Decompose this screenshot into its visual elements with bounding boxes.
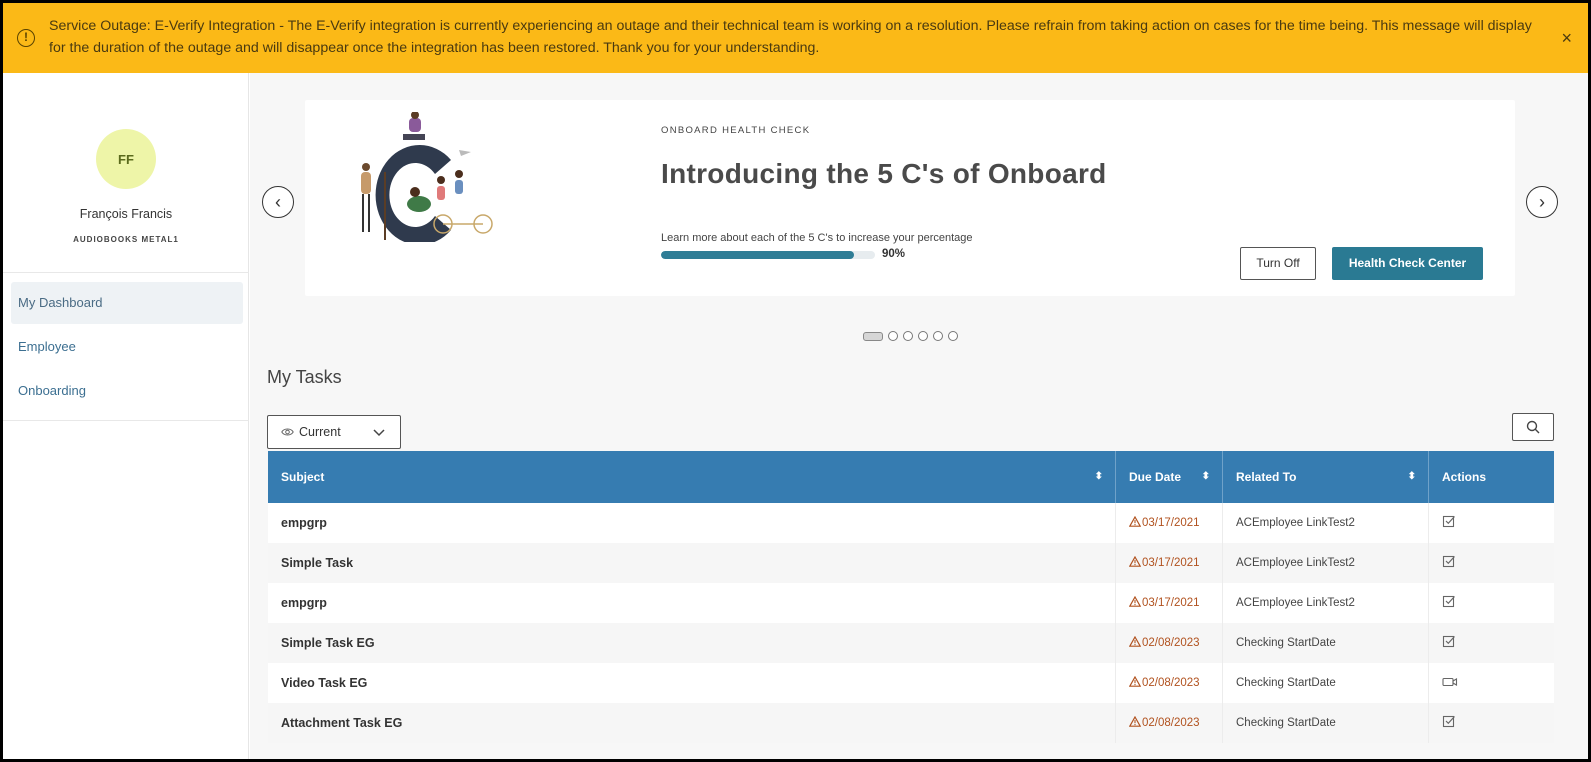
checkbox-edit-icon[interactable] — [1442, 504, 1456, 543]
table-row[interactable]: Simple Task EG 02/08/2023 Checking StartDa… — [268, 623, 1554, 663]
company-name: AUDIOBOOKS METAL1 — [73, 235, 179, 244]
table-row[interactable]: Attachment Task EG 02/08/2023 Checking Sta… — [268, 703, 1554, 743]
carousel-dot[interactable] — [863, 331, 883, 341]
warning-triangle-icon — [1128, 515, 1142, 529]
carousel-pagination — [863, 331, 958, 341]
task-due-date: 03/17/2021 — [1116, 503, 1223, 543]
warning-triangle-icon — [1128, 715, 1142, 729]
task-subject[interactable]: Attachment Task EG — [268, 703, 1116, 743]
task-due-date: 03/17/2021 — [1116, 543, 1223, 583]
task-due-date: 02/08/2023 — [1116, 663, 1223, 703]
warning-triangle-icon — [1128, 675, 1142, 689]
app-window: ! Service Outage: E-Verify Integration -… — [3, 3, 1588, 759]
task-related-to: Checking StartDate — [1223, 703, 1429, 743]
task-related-to: Checking StartDate — [1223, 623, 1429, 663]
warning-triangle-icon — [1128, 555, 1142, 569]
tasks-title: My Tasks — [267, 367, 342, 387]
task-filter-value: Current — [299, 425, 341, 439]
table-row[interactable]: empgrp 03/17/2021 ACEmployee LinkTest2 — [268, 583, 1554, 623]
table-body: empgrp 03/17/2021 ACEmployee LinkTest2 Simp… — [268, 503, 1554, 743]
checkbox-edit-icon[interactable] — [1442, 544, 1456, 583]
task-actions — [1429, 543, 1554, 583]
avatar[interactable]: FF — [96, 129, 156, 189]
health-check-center-button[interactable]: Health Check Center — [1332, 247, 1483, 280]
task-actions — [1429, 583, 1554, 623]
table-row[interactable]: Video Task EG 02/08/2023 Checking StartDat… — [268, 663, 1554, 703]
checkbox-edit-icon[interactable] — [1442, 624, 1456, 663]
task-related-to: ACEmployee LinkTest2 — [1223, 503, 1429, 543]
user-name: François Francis — [79, 207, 173, 221]
task-due-date: 03/17/2021 — [1116, 583, 1223, 623]
health-progress-bar — [661, 251, 875, 259]
search-icon — [1526, 420, 1540, 434]
column-header-actions: Actions — [1442, 470, 1487, 484]
task-subject[interactable]: Simple Task — [268, 543, 1116, 583]
carousel-next-button[interactable]: › — [1526, 186, 1558, 218]
task-due-date: 02/08/2023 — [1116, 703, 1223, 743]
task-subject[interactable]: empgrp — [268, 583, 1116, 623]
task-actions — [1429, 623, 1554, 663]
health-check-description: Learn more about each of the 5 C's to in… — [661, 232, 973, 244]
sidebar-item-onboarding[interactable]: Onboarding — [11, 370, 243, 412]
table-row[interactable]: Simple Task 03/17/2021 ACEmployee LinkTest… — [268, 543, 1554, 583]
task-actions — [1429, 663, 1554, 703]
checkbox-edit-icon[interactable] — [1442, 704, 1456, 743]
chevron-down-icon — [373, 429, 385, 437]
carousel-dot[interactable] — [888, 331, 898, 341]
carousel-dot[interactable] — [933, 331, 943, 341]
column-header-subject[interactable]: Subject ⬍ — [268, 451, 1116, 503]
sidebar-item-my-dashboard[interactable]: My Dashboard — [11, 282, 243, 324]
outage-message: Service Outage: E-Verify Integration - T… — [49, 18, 1532, 56]
carousel-dot[interactable] — [918, 331, 928, 341]
sort-icon: ⬍ — [1407, 471, 1416, 482]
sidebar-item-employee[interactable]: Employee — [11, 326, 243, 368]
task-subject[interactable]: Simple Task EG — [268, 623, 1116, 663]
task-filter-select[interactable]: Current — [267, 415, 401, 449]
checkbox-edit-icon[interactable] — [1442, 584, 1456, 623]
chevron-left-icon: ‹ — [275, 192, 281, 212]
task-related-to: ACEmployee LinkTest2 — [1223, 543, 1429, 583]
sort-icon: ⬍ — [1094, 471, 1103, 482]
main-content: ‹ › ONBOARD HEALTH CHECK Introducing the… — [250, 73, 1588, 759]
task-subject[interactable]: empgrp — [268, 503, 1116, 543]
task-subject[interactable]: Video Task EG — [268, 663, 1116, 703]
close-icon[interactable]: × — [1561, 29, 1572, 47]
turn-off-button[interactable]: Turn Off — [1240, 247, 1316, 280]
outage-banner: ! Service Outage: E-Verify Integration -… — [3, 3, 1588, 73]
search-button[interactable] — [1512, 413, 1554, 441]
video-icon[interactable] — [1442, 664, 1458, 703]
table-row[interactable]: empgrp 03/17/2021 ACEmployee LinkTest2 — [268, 503, 1554, 543]
table-header: Subject ⬍ Due Date ⬍ Related To ⬍ Actions — [268, 451, 1554, 503]
carousel-dot[interactable] — [948, 331, 958, 341]
task-actions — [1429, 503, 1554, 543]
chevron-right-icon: › — [1539, 192, 1545, 212]
sort-icon: ⬍ — [1201, 471, 1210, 482]
carousel-prev-button[interactable]: ‹ — [262, 186, 294, 218]
tasks-table: Subject ⬍ Due Date ⬍ Related To ⬍ Actions e… — [268, 451, 1554, 743]
carousel-dot[interactable] — [903, 331, 913, 341]
health-progress-fill — [661, 251, 854, 259]
warning-icon: ! — [17, 29, 35, 47]
task-actions — [1429, 703, 1554, 743]
sidebar: FF François Francis AUDIOBOOKS METAL1 My… — [3, 73, 249, 759]
eye-icon — [281, 428, 294, 436]
health-check-label: ONBOARD HEALTH CHECK — [661, 125, 811, 136]
health-progress-text: 90% — [882, 248, 906, 260]
task-due-date: 02/08/2023 — [1116, 623, 1223, 663]
column-header-related-to[interactable]: Related To ⬍ — [1223, 451, 1429, 503]
sidebar-divider — [3, 272, 249, 273]
task-related-to: ACEmployee LinkTest2 — [1223, 583, 1429, 623]
warning-triangle-icon — [1128, 635, 1142, 649]
health-check-title: Introducing the 5 C's of Onboard — [661, 158, 1107, 189]
health-check-card: ONBOARD HEALTH CHECK Introducing the 5 C… — [305, 100, 1515, 296]
warning-triangle-icon — [1128, 595, 1142, 609]
task-related-to: Checking StartDate — [1223, 663, 1429, 703]
five-cs-illustration — [361, 112, 493, 242]
column-header-due-date[interactable]: Due Date ⬍ — [1116, 451, 1223, 503]
sidebar-divider — [3, 420, 249, 421]
